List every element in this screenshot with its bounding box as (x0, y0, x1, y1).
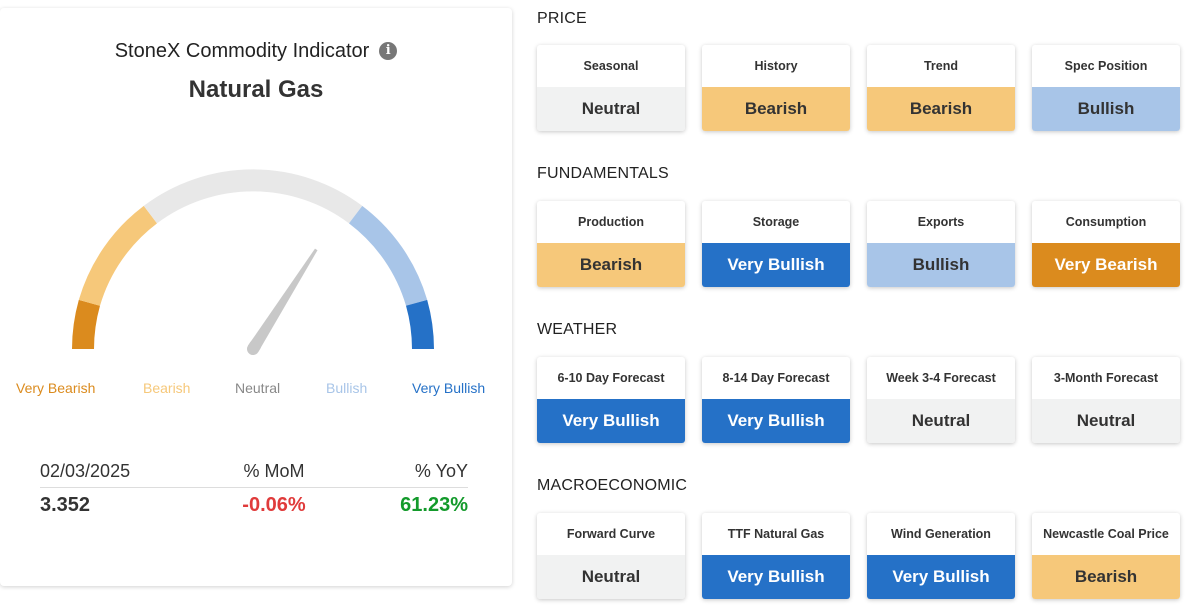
card-consumption[interactable]: Consumption Very Bearish (1032, 201, 1180, 287)
card-exports[interactable]: Exports Bullish (867, 201, 1015, 287)
card-6-10-day-forecast[interactable]: 6-10 Day Forecast Very Bullish (537, 357, 685, 443)
card-label: Newcastle Coal Price (1043, 526, 1169, 541)
section-title-price: PRICE (537, 10, 587, 27)
section-title-weather: WEATHER (537, 321, 618, 338)
gauge-arc-very-bearish (72, 299, 101, 350)
card-8-14-day-forecast[interactable]: 8-14 Day Forecast Very Bullish (702, 357, 850, 443)
indicator-panel: StoneX Commodity Indicator i Natural Gas … (0, 8, 512, 586)
scale-label-very-bearish: Very Bearish (16, 380, 96, 396)
card-label: Spec Position (1064, 58, 1148, 73)
card-value: Very Bullish (702, 555, 850, 599)
gauge-arc-very-bullish (405, 299, 434, 350)
card-value: Very Bullish (867, 555, 1015, 599)
card-storage[interactable]: Storage Very Bullish (702, 201, 850, 287)
section-title-macroeconomic: MACROECONOMIC (537, 477, 688, 494)
card-value: Neutral (867, 399, 1015, 443)
price-metrics: 02/03/2025 % MoM % YoY 3.352 -0.06% 61.2… (40, 456, 468, 522)
card-label: Week 3-4 Forecast (886, 370, 996, 385)
card-value: Very Bullish (537, 399, 685, 443)
card-ttf-natural-gas[interactable]: TTF Natural Gas Very Bullish (702, 513, 850, 599)
card-label: Storage (752, 214, 800, 229)
card-week-3-4-forecast[interactable]: Week 3-4 Forecast Neutral (867, 357, 1015, 443)
mom-value: -0.06% (242, 493, 306, 516)
card-value: Very Bearish (1032, 243, 1180, 287)
sentiment-gauge (72, 169, 434, 355)
yoy-value: 61.23% (400, 493, 468, 516)
card-value: Very Bullish (702, 399, 850, 443)
gauge-arc-bearish (78, 205, 158, 307)
card-label: Wind Generation (891, 526, 991, 541)
card-label: Consumption (1065, 214, 1147, 229)
card-label: Forward Curve (566, 526, 656, 541)
card-value: Bearish (702, 87, 850, 131)
price-value: 3.352 (40, 493, 91, 516)
scale-label-very-bullish: Very Bullish (412, 380, 486, 396)
card-label: History (754, 58, 798, 73)
card-value: Very Bullish (702, 243, 850, 287)
card-value: Bearish (867, 87, 1015, 131)
metrics-date: 02/03/2025 (40, 461, 131, 481)
card-value: Neutral (1032, 399, 1180, 443)
card-value: Bearish (537, 243, 685, 287)
mom-label: % MoM (243, 461, 305, 481)
card-label: 8-14 Day Forecast (722, 370, 830, 385)
card-value: Bearish (1032, 555, 1180, 599)
card-history[interactable]: History Bearish (702, 45, 850, 131)
card-wind-generation[interactable]: Wind Generation Very Bullish (867, 513, 1015, 599)
card-value: Bullish (1032, 87, 1180, 131)
card-forward-curve[interactable]: Forward Curve Neutral (537, 513, 685, 599)
scale-label-bearish: Bearish (143, 380, 191, 396)
card-3-month-forecast[interactable]: 3-Month Forecast Neutral (1032, 357, 1180, 443)
card-value: Neutral (537, 87, 685, 131)
section-title-fundamentals: FUNDAMENTALS (537, 165, 669, 182)
card-label: Exports (917, 214, 965, 229)
card-value: Neutral (537, 555, 685, 599)
card-label: Seasonal (583, 58, 639, 73)
card-production[interactable]: Production Bearish (537, 201, 685, 287)
metrics-header: 02/03/2025 % MoM % YoY (40, 456, 468, 488)
card-label: Production (578, 214, 644, 229)
card-label: 3-Month Forecast (1053, 370, 1159, 385)
card-spec-position[interactable]: Spec Position Bullish (1032, 45, 1180, 131)
scale-label-bullish: Bullish (326, 380, 368, 396)
card-value: Bullish (867, 243, 1015, 287)
scale-label-neutral: Neutral (235, 380, 281, 396)
card-trend[interactable]: Trend Bearish (867, 45, 1015, 131)
card-newcastle-coal-price[interactable]: Newcastle Coal Price Bearish (1032, 513, 1180, 599)
gauge-arc-bullish (348, 205, 428, 307)
gauge-arc-neutral (143, 169, 363, 224)
gauge-needle-tip (247, 248, 318, 353)
yoy-label: % YoY (414, 461, 468, 481)
card-label: 6-10 Day Forecast (557, 370, 665, 385)
card-label: Trend (923, 58, 959, 73)
card-label: TTF Natural Gas (727, 526, 825, 541)
metrics-values: 3.352 -0.06% 61.23% (40, 488, 468, 522)
card-seasonal[interactable]: Seasonal Neutral (537, 45, 685, 131)
